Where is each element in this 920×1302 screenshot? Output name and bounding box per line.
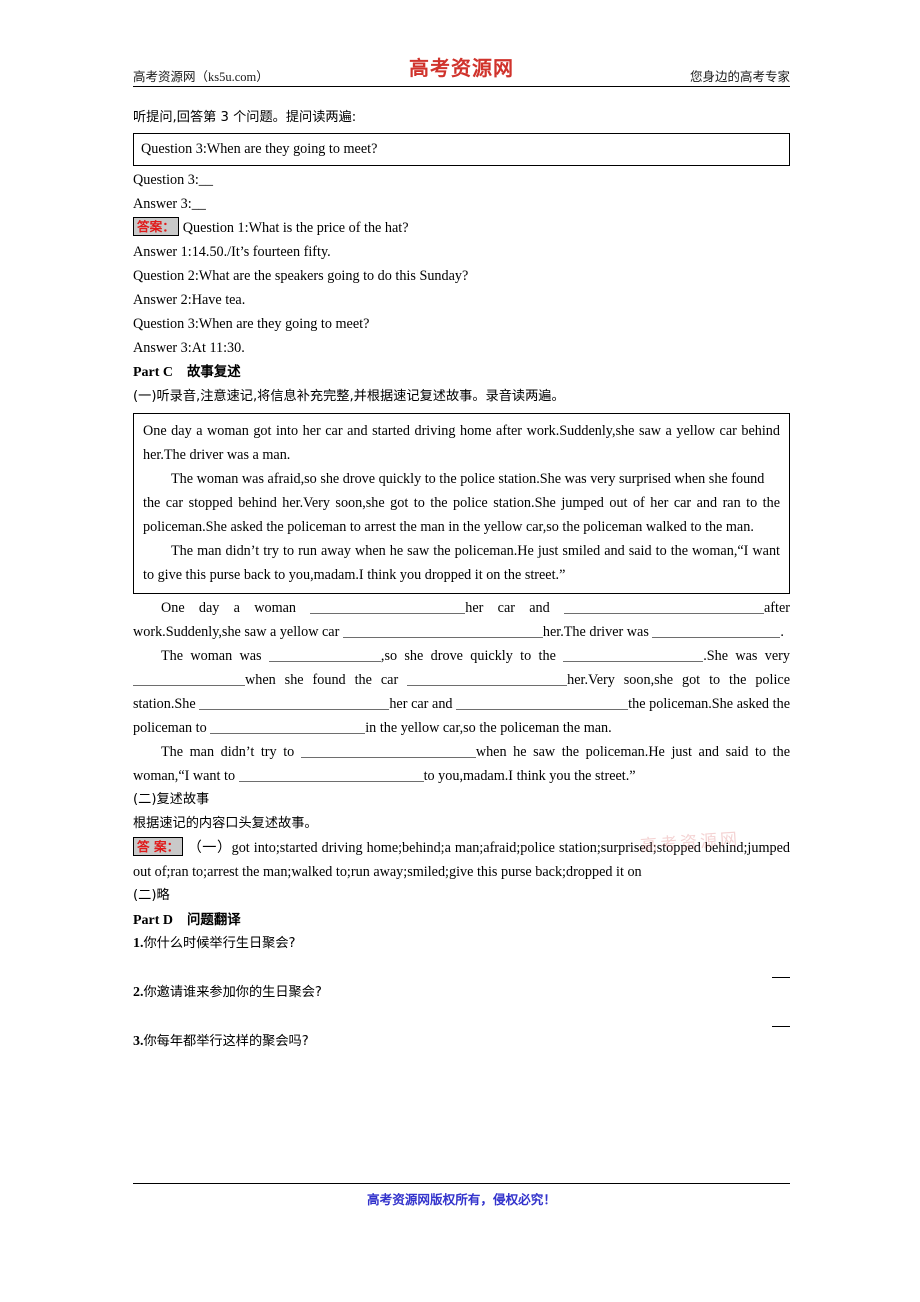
answer-badge-2: 答 案： (133, 837, 184, 856)
answer-line-5: Question 3:When are they going to meet? (133, 316, 370, 332)
fill-blank-5[interactable] (268, 648, 381, 662)
fill-seg-19: the street.” (574, 768, 636, 784)
part-d-text-3: 你每年都举行这样的聚会吗? (143, 1034, 309, 1049)
fill-blank-13[interactable] (238, 768, 424, 782)
fill-seg-6: The woman was (161, 648, 269, 664)
part-d-title: 问题翻译 (187, 913, 241, 928)
fill-blank-4[interactable] (652, 624, 781, 638)
question-box: Question 3:When are they going to meet? (133, 133, 790, 166)
part-d-num-1: 1. (133, 936, 144, 951)
fill-blank-2[interactable] (564, 600, 764, 614)
answer-line-3: Question 2:What are the speakers going t… (133, 268, 469, 284)
fill-in-paragraph-3: The man didn’t try to when he saw the po… (133, 740, 790, 788)
fill-seg-14: the man. (562, 720, 612, 736)
fill-seg-1: One day a woman (161, 600, 311, 616)
retell-answer-two: (二)略 (133, 888, 170, 903)
part-d-question-2: 2.你邀请谁来参加你的生日聚会? (133, 982, 790, 1004)
part-c-heading: Part C 故事复述 (133, 360, 790, 385)
fill-seg-16: when he saw the policeman.He just (475, 744, 699, 760)
part-d-item-1: 1.你什么时候举行生日聚会? (133, 933, 790, 982)
blank-answer-3: Answer 3:__ (133, 196, 206, 212)
story-box: One day a woman got into her car and sta… (133, 413, 790, 594)
header-tagline: 您身边的高考专家 (689, 70, 790, 84)
part-d-num-2: 2. (133, 985, 144, 1000)
answer-line-4: Answer 2:Have tea. (133, 292, 246, 308)
blank-question-3: Question 3:__ (133, 172, 213, 188)
retell-heading: (二)复述故事 (133, 792, 210, 807)
part-c-title: 故事复述 (187, 365, 241, 380)
footer-divider (133, 1183, 790, 1184)
story-paragraph-2a: The woman was afraid,so she drove quickl… (171, 471, 765, 487)
header-logo: 高考资源网 (409, 56, 514, 80)
fill-blank-7[interactable] (133, 672, 245, 686)
answer-line-2: Answer 1:14.50./It’s fourteen fifty. (133, 244, 331, 260)
fill-seg-15: The man didn’t try to (161, 744, 301, 760)
story-paragraph-2b: the car stopped behind her.Very soon,she… (143, 495, 780, 535)
fill-seg-4: her.The driver was (542, 624, 653, 640)
part-d-num-3: 3. (133, 1034, 144, 1049)
fill-in-paragraph-2: The woman was ,so she drove quickly to t… (133, 644, 790, 740)
part-d-answer-line-1[interactable] (133, 955, 790, 982)
fill-blank-8[interactable] (407, 672, 568, 686)
retell-answer-prefix: （一） (187, 840, 232, 856)
header-site-name: 高考资源网（ks5u.com） (133, 70, 269, 84)
fill-blank-1[interactable] (310, 600, 466, 614)
fill-in-paragraph-1: One day a woman her car and after work.S… (133, 596, 790, 644)
fill-blank-10[interactable] (456, 696, 629, 710)
story-paragraph-3: The man didn’t try to run away when he s… (143, 543, 780, 583)
fill-seg-11: her car and (389, 696, 457, 712)
footer-copyright: 高考资源网版权所有，侵权必究！ (367, 1192, 556, 1207)
part-d-label: Part D (133, 913, 174, 928)
fill-seg-8: .She was very (703, 648, 790, 664)
part-d-heading: Part D 问题翻译 (133, 908, 790, 933)
document-page: 高考资源网（ks5u.com） 高考资源网 您身边的高考专家 听提问,回答第 3… (0, 0, 920, 1302)
part-d-answer-line-2[interactable] (133, 1004, 790, 1031)
story-paragraph-1: One day a woman got into her car and sta… (143, 423, 780, 463)
fill-seg-2: her car and (465, 600, 564, 616)
fill-seg-7: ,so she drove quickly to the (380, 648, 564, 664)
retell-answer: 答 案： （一）got into;started driving home;beh… (133, 836, 790, 884)
question-box-text: Question 3:When are they going to meet? (141, 141, 378, 157)
answer-badge: 答案： (133, 217, 179, 236)
header-divider (133, 86, 790, 87)
part-d-text-1: 你什么时候举行生日聚会? (143, 936, 296, 951)
part-d-text-2: 你邀请谁来参加你的生日聚会? (143, 985, 322, 1000)
answer-line-1: 答案： Question 1:What is the price of the h… (133, 216, 790, 240)
part-c-instruction: (一)听录音,注意速记,将信息补充完整,并根据速记复述故事。录音读两遍。 (133, 389, 565, 404)
retell-instruction: 根据速记的内容口头复述故事。 (133, 816, 318, 831)
listening-instruction: 听提问,回答第 3 个问题。提问读两遍: (133, 110, 357, 125)
part-d-question-1: 1.你什么时候举行生日聚会? (133, 933, 790, 955)
part-c-label: Part C (133, 365, 174, 380)
page-header: 高考资源网（ks5u.com） 高考资源网 您身边的高考专家 (133, 52, 790, 94)
answer-line-6: Answer 3:At 11:30. (133, 340, 245, 356)
fill-blank-6[interactable] (563, 648, 704, 662)
fill-blank-9[interactable] (199, 696, 390, 710)
part-d-question-3: 3.你每年都举行这样的聚会吗? (133, 1031, 790, 1053)
retell-answer-text: got into;started driving home;behind;a m… (133, 840, 790, 880)
part-d-item-2: 2.你邀请谁来参加你的生日聚会? (133, 982, 790, 1031)
document-content: 听提问,回答第 3 个问题。提问读两遍: Question 3:When are… (133, 106, 790, 1053)
answer-text-1: Question 1:What is the price of the hat? (182, 220, 409, 236)
fill-seg-13: in the yellow car,so the policeman (365, 720, 563, 736)
fill-blank-12[interactable] (300, 744, 476, 758)
fill-seg-9: when she found the car (245, 672, 408, 688)
fill-blank-11[interactable] (210, 720, 366, 734)
fill-blank-3[interactable] (342, 624, 543, 638)
fill-seg-5: . (780, 624, 784, 640)
part-d-item-3: 3.你每年都举行这样的聚会吗? (133, 1031, 790, 1053)
fill-seg-18: to you,madam.I think you (423, 768, 575, 784)
